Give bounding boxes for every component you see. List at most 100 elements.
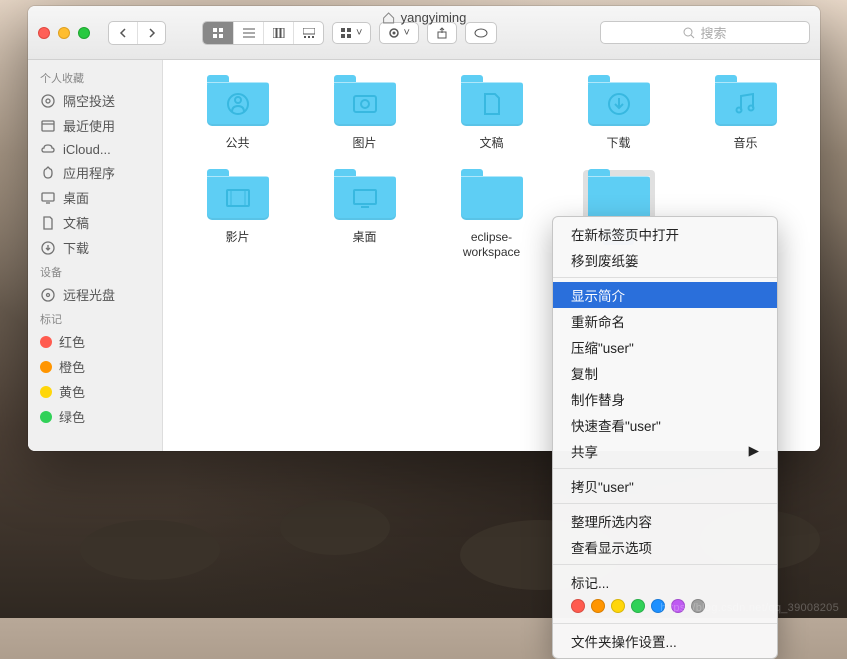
folder-icon [456, 170, 528, 226]
tags-button[interactable] [465, 22, 497, 44]
sidebar-item-icloud[interactable]: iCloud... [28, 138, 162, 160]
sidebar-item-label: 红色 [59, 332, 85, 351]
title-text: yangyiming [401, 10, 467, 25]
sidebar-item-label: 桌面 [63, 188, 89, 207]
search-placeholder: 搜索 [700, 23, 726, 42]
chevron-down-icon: ˅ [356, 27, 362, 39]
sidebar-item-label: 下载 [63, 238, 89, 257]
folder-item[interactable]: 影片 [179, 166, 296, 265]
menu-tag-color[interactable] [591, 599, 605, 613]
menu-item[interactable]: 在新标签页中打开 [553, 221, 777, 247]
menu-item[interactable]: 压缩"user" [553, 334, 777, 360]
list-view-button[interactable] [233, 22, 263, 44]
sidebar-item-label: 橙色 [59, 357, 85, 376]
sidebar-header-tags: 标记 [28, 307, 162, 329]
search-field[interactable]: 搜索 [600, 21, 810, 44]
folder-icon [202, 170, 274, 226]
sidebar-item-label: 隔空投送 [63, 91, 115, 110]
folder-item[interactable]: 下载 [560, 72, 677, 156]
sidebar-tag[interactable]: 橙色 [28, 354, 162, 379]
menu-item[interactable]: 文件夹操作设置... [553, 628, 777, 654]
menu-tag-color[interactable] [631, 599, 645, 613]
watermark: https://blog.csdn.net/qq_39008205 [660, 602, 839, 614]
menu-item[interactable]: 查看显示选项 [553, 534, 777, 560]
menu-item-label: 压缩"user" [571, 337, 634, 357]
folder-item[interactable]: eclipse-workspace [433, 166, 550, 265]
rock-decor [280, 500, 390, 555]
context-menu: 在新标签页中打开 移到废纸篓 显示简介 重新命名 压缩"user" 复制 制作替… [552, 216, 778, 659]
folder-item[interactable]: 公共 [179, 72, 296, 156]
sidebar-item-documents[interactable]: 文稿 [28, 210, 162, 235]
tag-dot-icon [40, 361, 52, 373]
folder-item[interactable]: 音乐 [687, 72, 804, 156]
column-view-button[interactable] [263, 22, 293, 44]
tag-icon [474, 28, 488, 38]
sidebar-item-label: 黄色 [59, 382, 85, 401]
folder-label: 图片 [352, 136, 376, 152]
menu-tag-color[interactable] [571, 599, 585, 613]
back-button[interactable] [109, 22, 137, 44]
window-title: yangyiming [382, 10, 467, 25]
forward-button[interactable] [137, 22, 165, 44]
arrange-button[interactable]: ˅ [332, 22, 371, 44]
view-switcher [202, 21, 324, 45]
close-button[interactable] [38, 27, 50, 39]
folder-label: eclipse-workspace [463, 230, 520, 261]
sidebar-item-airdrop[interactable]: 隔空投送 [28, 88, 162, 113]
menu-item-label: 重新命名 [571, 311, 625, 331]
submenu-arrow-icon: ▶ [749, 443, 759, 459]
menu-tag-color[interactable] [611, 599, 625, 613]
gallery-view-button[interactable] [293, 22, 323, 44]
icloud-icon [40, 141, 56, 157]
sidebar-item-apps[interactable]: 应用程序 [28, 160, 162, 185]
home-icon [382, 11, 396, 25]
sidebar-tag[interactable]: 红色 [28, 329, 162, 354]
sidebar-item-label: 绿色 [59, 407, 85, 426]
sidebar-item-label: 应用程序 [63, 163, 115, 182]
folder-label: 影片 [225, 230, 249, 246]
folder-item[interactable]: 桌面 [306, 166, 423, 265]
sidebar-item-disc[interactable]: 远程光盘 [28, 282, 162, 307]
sidebar-item-desktop[interactable]: 桌面 [28, 185, 162, 210]
rock-decor [80, 520, 220, 580]
folder-item[interactable]: 图片 [306, 72, 423, 156]
sidebar-item-recents[interactable]: 最近使用 [28, 113, 162, 138]
menu-item-label: 标记... [571, 572, 609, 592]
menu-item[interactable]: 快速查看"user" [553, 412, 777, 438]
folder-item[interactable]: 文稿 [433, 72, 550, 156]
zoom-button[interactable] [78, 27, 90, 39]
sidebar-tag[interactable]: 黄色 [28, 379, 162, 404]
nav-arrows [108, 21, 166, 45]
sidebar-header-devices: 设备 [28, 260, 162, 282]
menu-item[interactable]: 整理所选内容 [553, 508, 777, 534]
menu-separator [553, 623, 777, 624]
menu-item[interactable]: 标记... [553, 569, 777, 595]
folder-label: 下载 [606, 136, 630, 152]
menu-item-label: 显示简介 [571, 285, 625, 305]
sidebar-item-label: 文稿 [63, 213, 89, 232]
menu-item[interactable]: 显示简介 [553, 282, 777, 308]
sidebar-item-label: 最近使用 [63, 116, 115, 135]
recents-icon [40, 118, 56, 134]
menu-item-label: 拷贝"user" [571, 476, 634, 496]
menu-item[interactable]: 复制 [553, 360, 777, 386]
menu-item-label: 复制 [571, 363, 598, 383]
sidebar-item-downloads[interactable]: 下载 [28, 235, 162, 260]
menu-item-label: 在新标签页中打开 [571, 224, 679, 244]
folder-label: 桌面 [352, 230, 376, 246]
apps-icon [40, 165, 56, 181]
menu-item-label: 移到废纸篓 [571, 250, 639, 270]
menu-separator [553, 564, 777, 565]
icon-view-button[interactable] [203, 22, 233, 44]
menu-item[interactable]: 重新命名 [553, 308, 777, 334]
menu-item[interactable]: 移到废纸篓 [553, 247, 777, 273]
minimize-button[interactable] [58, 27, 70, 39]
menu-item[interactable]: 拷贝"user" [553, 473, 777, 499]
menu-item[interactable]: 共享 ▶ [553, 438, 777, 464]
folder-label: 公共 [225, 136, 249, 152]
folder-icon [583, 76, 655, 132]
folder-icon [456, 76, 528, 132]
sidebar-tag[interactable]: 绿色 [28, 404, 162, 429]
menu-item[interactable]: 制作替身 [553, 386, 777, 412]
menu-separator [553, 277, 777, 278]
